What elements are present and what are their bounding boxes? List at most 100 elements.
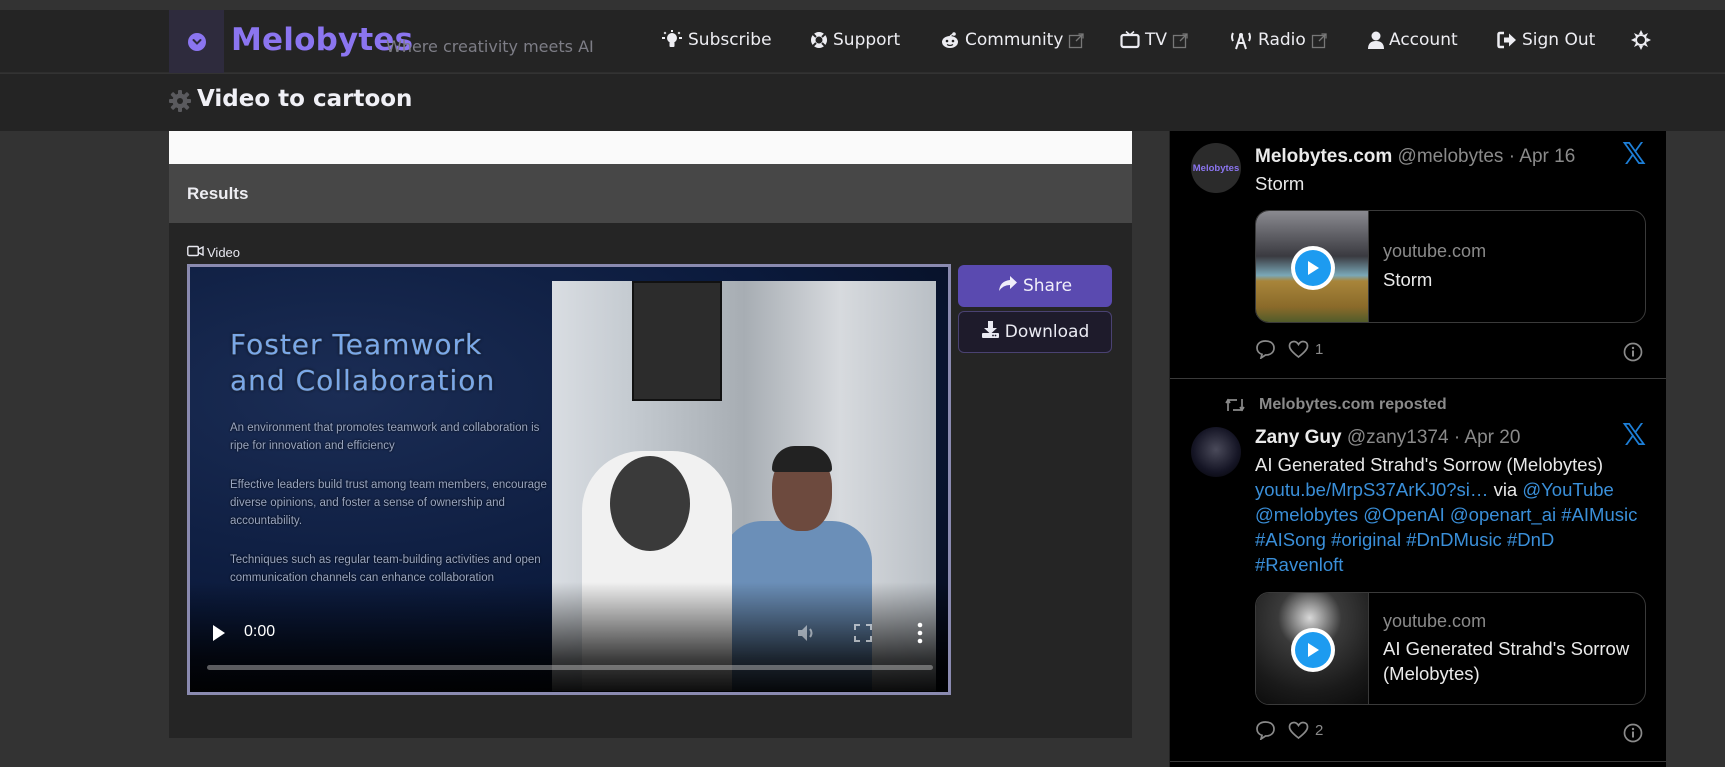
tweet-author-name[interactable]: Melobytes.com — [1255, 146, 1392, 167]
tweet-divider — [1170, 761, 1666, 762]
x-logo-icon[interactable]: 𝕏 — [1622, 140, 1646, 170]
foreground-person-head — [610, 456, 690, 551]
info-icon[interactable] — [1623, 723, 1643, 748]
card-thumbnail — [1256, 593, 1369, 704]
wall-panel — [632, 281, 722, 401]
seated-man-hair — [772, 446, 832, 472]
play-icon[interactable] — [212, 624, 226, 647]
theme-toggle-button[interactable] — [1631, 30, 1651, 55]
reply-button[interactable] — [1255, 720, 1276, 740]
card-domain: youtube.com — [1383, 611, 1487, 631]
tweet-divider — [1170, 378, 1666, 379]
like-count: 2 — [1315, 721, 1324, 739]
tweet-text: Storm — [1255, 173, 1305, 194]
reply-button[interactable] — [1255, 339, 1276, 359]
hashtag-link[interactable]: #Ravenloft — [1255, 554, 1343, 575]
volume-icon[interactable] — [796, 623, 818, 648]
radio-tower-icon — [1229, 30, 1253, 50]
avatar[interactable] — [1191, 427, 1241, 477]
nav-support[interactable]: Support — [810, 30, 900, 50]
lifebuoy-icon — [810, 31, 828, 49]
play-icon — [1291, 246, 1335, 290]
chevron-down-icon — [187, 32, 206, 51]
top-strip — [0, 0, 1725, 10]
nav-subscribe[interactable]: Subscribe — [661, 30, 772, 50]
mention-link[interactable]: @YouTube — [1522, 479, 1613, 500]
tweet-handle[interactable]: @zany1374 — [1347, 427, 1449, 448]
menu-toggle-button[interactable] — [169, 10, 224, 73]
share-button[interactable]: Share — [958, 265, 1112, 307]
tweet-header: Zany Guy @zany1374 · Apr 20 — [1255, 427, 1520, 449]
tweet-link[interactable]: youtu.be/MrpS37ArKJ0?si… — [1255, 479, 1488, 500]
external-link-icon — [1172, 32, 1189, 49]
page-title-bar: Video to cartoon — [0, 74, 1725, 131]
avatar-text: Melobytes — [1192, 162, 1240, 174]
repost-icon — [1225, 398, 1245, 412]
card-title: AI Generated Strahd's Sorrow (Melobytes) — [1383, 638, 1630, 684]
heart-icon — [1288, 721, 1309, 739]
mention-link[interactable]: @melobytes — [1255, 504, 1358, 525]
video-label: Video — [187, 245, 240, 260]
nav-label: Subscribe — [688, 30, 772, 50]
sign-out-icon — [1497, 31, 1517, 49]
slide-paragraph: An environment that promotes teamwork an… — [230, 422, 540, 452]
video-progress-bar[interactable] — [207, 665, 933, 670]
slide-title: Foster Teamwork and Collaboration — [230, 327, 495, 399]
tweet-body: AI Generated Strahd's Sorrow (Melobytes) — [1255, 454, 1603, 475]
video-surface[interactable]: Foster Teamwork and Collaboration An env… — [190, 267, 948, 692]
nav-label: Account — [1389, 30, 1458, 50]
tweet-header: Melobytes.com @melobytes · Apr 16 — [1255, 146, 1575, 168]
fullscreen-icon[interactable] — [854, 624, 872, 647]
nav-account[interactable]: Account — [1368, 30, 1458, 50]
site-header: Melobytes Where creativity meets AI Subs… — [0, 10, 1725, 73]
card-thumbnail — [1256, 211, 1369, 322]
twitter-feed[interactable]: Melobytes Melobytes.com @melobytes · Apr… — [1169, 131, 1666, 767]
repost-text[interactable]: Melobytes.com reposted — [1259, 396, 1447, 414]
mention-link[interactable]: @OpenAI — [1363, 504, 1445, 525]
repost-indicator: Melobytes.com reposted — [1225, 396, 1447, 414]
tweet-date[interactable]: Apr 16 — [1519, 146, 1575, 167]
link-card[interactable]: youtube.com AI Generated Strahd's Sorrow… — [1255, 592, 1646, 705]
reply-icon — [1256, 721, 1275, 740]
hashtag-link[interactable]: #DnD — [1507, 529, 1554, 550]
hashtag-link[interactable]: #AISong — [1255, 529, 1326, 550]
nav-label: TV — [1145, 30, 1168, 50]
gear-icon — [169, 90, 191, 117]
link-card[interactable]: youtube.com Storm — [1255, 210, 1646, 323]
share-icon — [998, 275, 1018, 297]
like-count: 1 — [1315, 340, 1324, 358]
hashtag-link[interactable]: #DnDMusic — [1406, 529, 1502, 550]
more-options-icon[interactable] — [917, 622, 923, 649]
hashtag-link[interactable]: #original — [1331, 529, 1401, 550]
tweet-handle[interactable]: @melobytes — [1398, 146, 1504, 167]
lightbulb-icon — [661, 30, 683, 50]
mention-link[interactable]: @openart_ai — [1450, 504, 1556, 525]
external-link-icon — [1068, 32, 1085, 49]
tweet-date[interactable]: Apr 20 — [1464, 427, 1520, 448]
download-icon — [981, 320, 1000, 344]
reply-icon — [1256, 340, 1275, 359]
card-title: Storm — [1383, 269, 1433, 290]
nav-sign-out[interactable]: Sign Out — [1497, 30, 1595, 50]
avatar[interactable]: Melobytes — [1191, 143, 1241, 193]
nav-label: Community — [965, 30, 1064, 50]
info-icon[interactable] — [1623, 342, 1643, 367]
hashtag-link[interactable]: #AIMusic — [1561, 504, 1637, 525]
controls-overlay — [190, 582, 948, 692]
nav-community[interactable]: Community — [940, 30, 1085, 50]
results-heading: Results — [187, 184, 249, 203]
form-area-bottom — [169, 131, 1132, 164]
tweet-author-name[interactable]: Zany Guy — [1255, 427, 1342, 448]
nav-radio[interactable]: Radio — [1229, 30, 1328, 50]
user-icon — [1368, 31, 1384, 49]
like-button[interactable]: 2 — [1288, 721, 1323, 740]
nav-tv[interactable]: TV — [1120, 30, 1189, 50]
page-title: Video to cartoon — [197, 86, 413, 112]
x-logo-icon[interactable]: 𝕏 — [1622, 421, 1646, 451]
sun-icon — [1631, 30, 1651, 55]
video-player[interactable]: Foster Teamwork and Collaboration An env… — [187, 264, 951, 695]
like-button[interactable]: 1 — [1288, 340, 1323, 359]
tweet-text: AI Generated Strahd's Sorrow (Melobytes)… — [1255, 452, 1655, 577]
brand-tagline: Where creativity meets AI — [386, 37, 594, 56]
download-button[interactable]: Download — [958, 311, 1112, 353]
